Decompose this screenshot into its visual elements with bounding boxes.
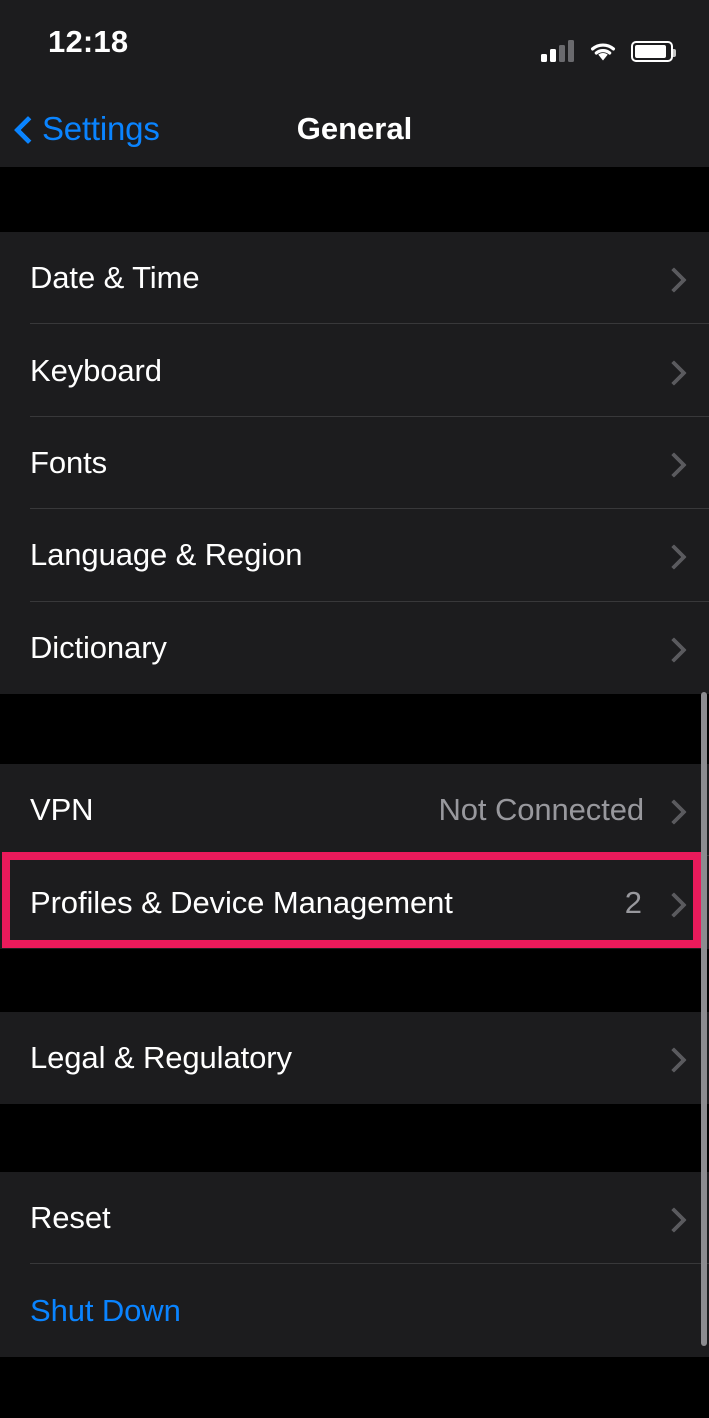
page-title: General <box>296 110 413 146</box>
settings-row-label: VPN <box>30 792 94 828</box>
status-bar-icons <box>541 28 676 62</box>
settings-row[interactable]: Shut Down <box>0 1264 709 1356</box>
settings-row[interactable]: Language & Region <box>0 509 709 602</box>
chevron-placeholder <box>661 1264 695 1356</box>
settings-group-2: VPN Not Connected Profiles & Device Manage… <box>0 764 709 949</box>
settings-row-label: Dictionary <box>30 629 167 665</box>
settings-row-value: Not Connected <box>438 792 645 828</box>
navigation-bar: Settings General <box>0 90 709 167</box>
settings-group-1: Date & Time Keyboard Fonts Language & Regio… <box>0 232 709 694</box>
battery-icon <box>631 41 676 62</box>
settings-row-label: Date & Time <box>30 260 200 296</box>
chevron-right-icon <box>661 417 695 509</box>
settings-row-label: Reset <box>30 1200 111 1236</box>
chevron-right-icon <box>661 324 695 416</box>
settings-row-label: Fonts <box>30 444 108 480</box>
status-bar: 12:18 <box>0 0 709 90</box>
settings-row[interactable]: Dictionary <box>0 602 709 694</box>
settings-row[interactable]: VPN Not Connected <box>0 764 709 857</box>
iphone-settings-general-screen: 12:18 Settings General Date & Time Keybo… <box>0 0 709 1418</box>
cellular-signal-icon <box>541 40 574 62</box>
settings-row[interactable]: Reset <box>0 1172 709 1265</box>
settings-row[interactable]: Fonts <box>0 417 709 510</box>
chevron-right-icon <box>661 509 695 601</box>
settings-row[interactable]: Keyboard <box>0 324 709 417</box>
chevron-right-icon <box>661 602 695 694</box>
settings-row[interactable]: Profiles & Device Management 2 <box>0 856 709 948</box>
settings-group-4: Reset Shut Down <box>0 1172 709 1357</box>
settings-row-label: Keyboard <box>30 352 162 388</box>
settings-row-label: Language & Region <box>30 537 303 573</box>
chevron-right-icon <box>661 232 695 324</box>
settings-row-label: Profiles & Device Management <box>30 884 453 920</box>
scroll-indicator[interactable] <box>701 692 707 1346</box>
settings-row[interactable]: Legal & Regulatory <box>0 1012 709 1104</box>
chevron-right-icon <box>661 764 695 856</box>
battery-fill <box>635 45 666 58</box>
chevron-right-icon <box>661 1172 695 1264</box>
settings-group-3: Legal & Regulatory <box>0 1012 709 1105</box>
status-bar-time: 12:18 <box>48 24 129 59</box>
settings-row-label: Legal & Regulatory <box>30 1040 292 1076</box>
chevron-right-icon <box>661 856 695 948</box>
settings-row-badge: 2 <box>624 884 642 920</box>
settings-row-label: Shut Down <box>30 1292 181 1328</box>
wifi-icon <box>588 40 618 62</box>
settings-row[interactable]: Date & Time <box>0 232 709 325</box>
chevron-right-icon <box>661 1012 695 1104</box>
